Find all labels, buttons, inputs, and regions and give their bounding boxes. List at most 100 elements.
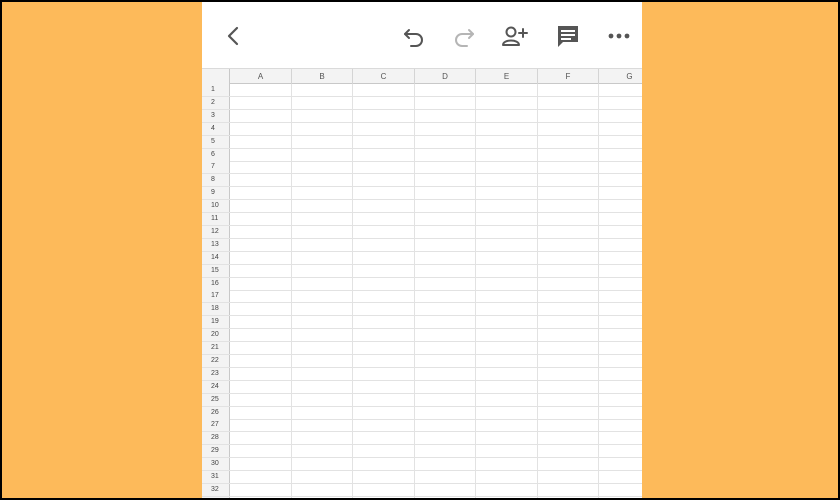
grid-cell[interactable] bbox=[476, 109, 538, 122]
grid-cell[interactable] bbox=[353, 277, 415, 290]
grid-cell[interactable] bbox=[292, 483, 353, 496]
grid-cell[interactable] bbox=[415, 342, 476, 354]
grid-cell[interactable] bbox=[292, 264, 353, 277]
grid-cell[interactable] bbox=[353, 109, 415, 122]
grid-cell[interactable] bbox=[230, 290, 292, 303]
grid-cell[interactable] bbox=[599, 497, 642, 498]
grid-cell[interactable] bbox=[415, 109, 476, 122]
column-header[interactable]: G bbox=[599, 69, 642, 84]
grid-cell[interactable] bbox=[415, 458, 476, 471]
grid-cell[interactable] bbox=[476, 432, 538, 445]
grid-cell[interactable] bbox=[292, 432, 353, 445]
spreadsheet-grid[interactable]: A B C D E F G 1 2 3 4 5 6 7 8 9 10 11 12 13 14 15 16 17 1… bbox=[202, 68, 642, 498]
grid-cell[interactable] bbox=[415, 406, 476, 419]
row-header[interactable]: 2 bbox=[202, 96, 230, 109]
grid-cell[interactable] bbox=[292, 213, 353, 225]
row-header[interactable]: 13 bbox=[202, 238, 230, 251]
row-header[interactable]: 31 bbox=[202, 471, 230, 483]
row-header[interactable]: 28 bbox=[202, 432, 230, 445]
grid-cell[interactable] bbox=[599, 136, 642, 148]
grid-cell[interactable] bbox=[353, 161, 415, 174]
grid-cell[interactable] bbox=[476, 238, 538, 251]
grid-cell[interactable] bbox=[292, 251, 353, 264]
grid-cell[interactable] bbox=[230, 174, 292, 187]
grid-cell[interactable] bbox=[415, 200, 476, 213]
grid-cell[interactable] bbox=[353, 393, 415, 406]
grid-cell[interactable] bbox=[599, 174, 642, 186]
grid-cell[interactable] bbox=[230, 213, 292, 225]
grid-cell[interactable] bbox=[292, 393, 353, 406]
grid-cell[interactable] bbox=[476, 84, 538, 96]
row-header[interactable]: 32 bbox=[202, 483, 230, 496]
grid-cell[interactable] bbox=[292, 122, 353, 135]
grid-cell[interactable] bbox=[230, 161, 292, 174]
grid-cell[interactable] bbox=[353, 445, 415, 458]
grid-cell[interactable] bbox=[230, 483, 292, 496]
column-header[interactable]: F bbox=[538, 69, 599, 84]
undo-button[interactable] bbox=[398, 20, 430, 52]
grid-cell[interactable] bbox=[538, 225, 599, 238]
row-header[interactable]: 12 bbox=[202, 225, 230, 238]
grid-cell[interactable] bbox=[353, 148, 415, 161]
grid-cell[interactable] bbox=[599, 290, 642, 302]
grid-cell[interactable] bbox=[353, 303, 415, 316]
grid-cell[interactable] bbox=[353, 419, 415, 432]
grid-cell[interactable] bbox=[292, 367, 353, 380]
row-header[interactable]: 9 bbox=[202, 187, 230, 200]
grid-cell[interactable] bbox=[353, 238, 415, 251]
grid-cell[interactable] bbox=[353, 200, 415, 213]
grid-cell[interactable] bbox=[415, 264, 476, 277]
grid-cell[interactable] bbox=[538, 277, 599, 290]
grid-cell[interactable] bbox=[538, 432, 599, 445]
grid-cell[interactable] bbox=[476, 483, 538, 496]
grid-cell[interactable] bbox=[538, 329, 599, 342]
grid-cell[interactable] bbox=[476, 174, 538, 187]
grid-cell[interactable] bbox=[476, 225, 538, 238]
row-header[interactable]: 16 bbox=[202, 277, 230, 290]
grid-cell[interactable] bbox=[538, 135, 599, 148]
more-options-button[interactable] bbox=[603, 20, 635, 52]
grid-cell[interactable] bbox=[476, 458, 538, 471]
grid-cell[interactable] bbox=[476, 354, 538, 367]
grid-cell[interactable] bbox=[292, 174, 353, 187]
grid-cell[interactable] bbox=[292, 200, 353, 213]
column-header[interactable]: A bbox=[230, 69, 292, 84]
grid-cell[interactable] bbox=[415, 238, 476, 251]
grid-cell[interactable] bbox=[415, 225, 476, 238]
grid-cell[interactable] bbox=[476, 122, 538, 135]
row-header[interactable]: 30 bbox=[202, 458, 230, 471]
row-header[interactable]: 23 bbox=[202, 367, 230, 380]
grid-cell[interactable] bbox=[538, 290, 599, 303]
grid-cell[interactable] bbox=[353, 354, 415, 367]
grid-cell[interactable] bbox=[353, 264, 415, 277]
grid-cell[interactable] bbox=[538, 96, 599, 109]
grid-cell[interactable] bbox=[415, 393, 476, 406]
grid-cell[interactable] bbox=[230, 496, 292, 498]
row-header[interactable]: 25 bbox=[202, 393, 230, 406]
grid-cell[interactable] bbox=[538, 161, 599, 174]
row-header[interactable]: 19 bbox=[202, 316, 230, 329]
grid-cell[interactable] bbox=[599, 149, 642, 161]
grid-cell[interactable] bbox=[599, 123, 642, 135]
grid-cell[interactable] bbox=[538, 393, 599, 406]
grid-cell[interactable] bbox=[292, 290, 353, 303]
grid-cell[interactable] bbox=[292, 329, 353, 342]
row-header[interactable]: 24 bbox=[202, 380, 230, 393]
grid-cell[interactable] bbox=[538, 303, 599, 316]
grid-cell[interactable] bbox=[230, 109, 292, 122]
redo-button[interactable] bbox=[448, 20, 480, 52]
row-header[interactable]: 21 bbox=[202, 342, 230, 354]
grid-cell[interactable] bbox=[353, 316, 415, 329]
grid-cell[interactable] bbox=[538, 354, 599, 367]
grid-cell[interactable] bbox=[538, 496, 599, 498]
grid-cell[interactable] bbox=[415, 367, 476, 380]
grid-cell[interactable] bbox=[353, 213, 415, 225]
grid-cell[interactable] bbox=[599, 303, 642, 315]
row-header[interactable]: 22 bbox=[202, 354, 230, 367]
grid-cell[interactable] bbox=[230, 316, 292, 329]
grid-cell[interactable] bbox=[599, 394, 642, 406]
grid-cell[interactable] bbox=[599, 407, 642, 419]
grid-cell[interactable] bbox=[230, 277, 292, 290]
grid-cell[interactable] bbox=[476, 367, 538, 380]
grid-cell[interactable] bbox=[292, 354, 353, 367]
